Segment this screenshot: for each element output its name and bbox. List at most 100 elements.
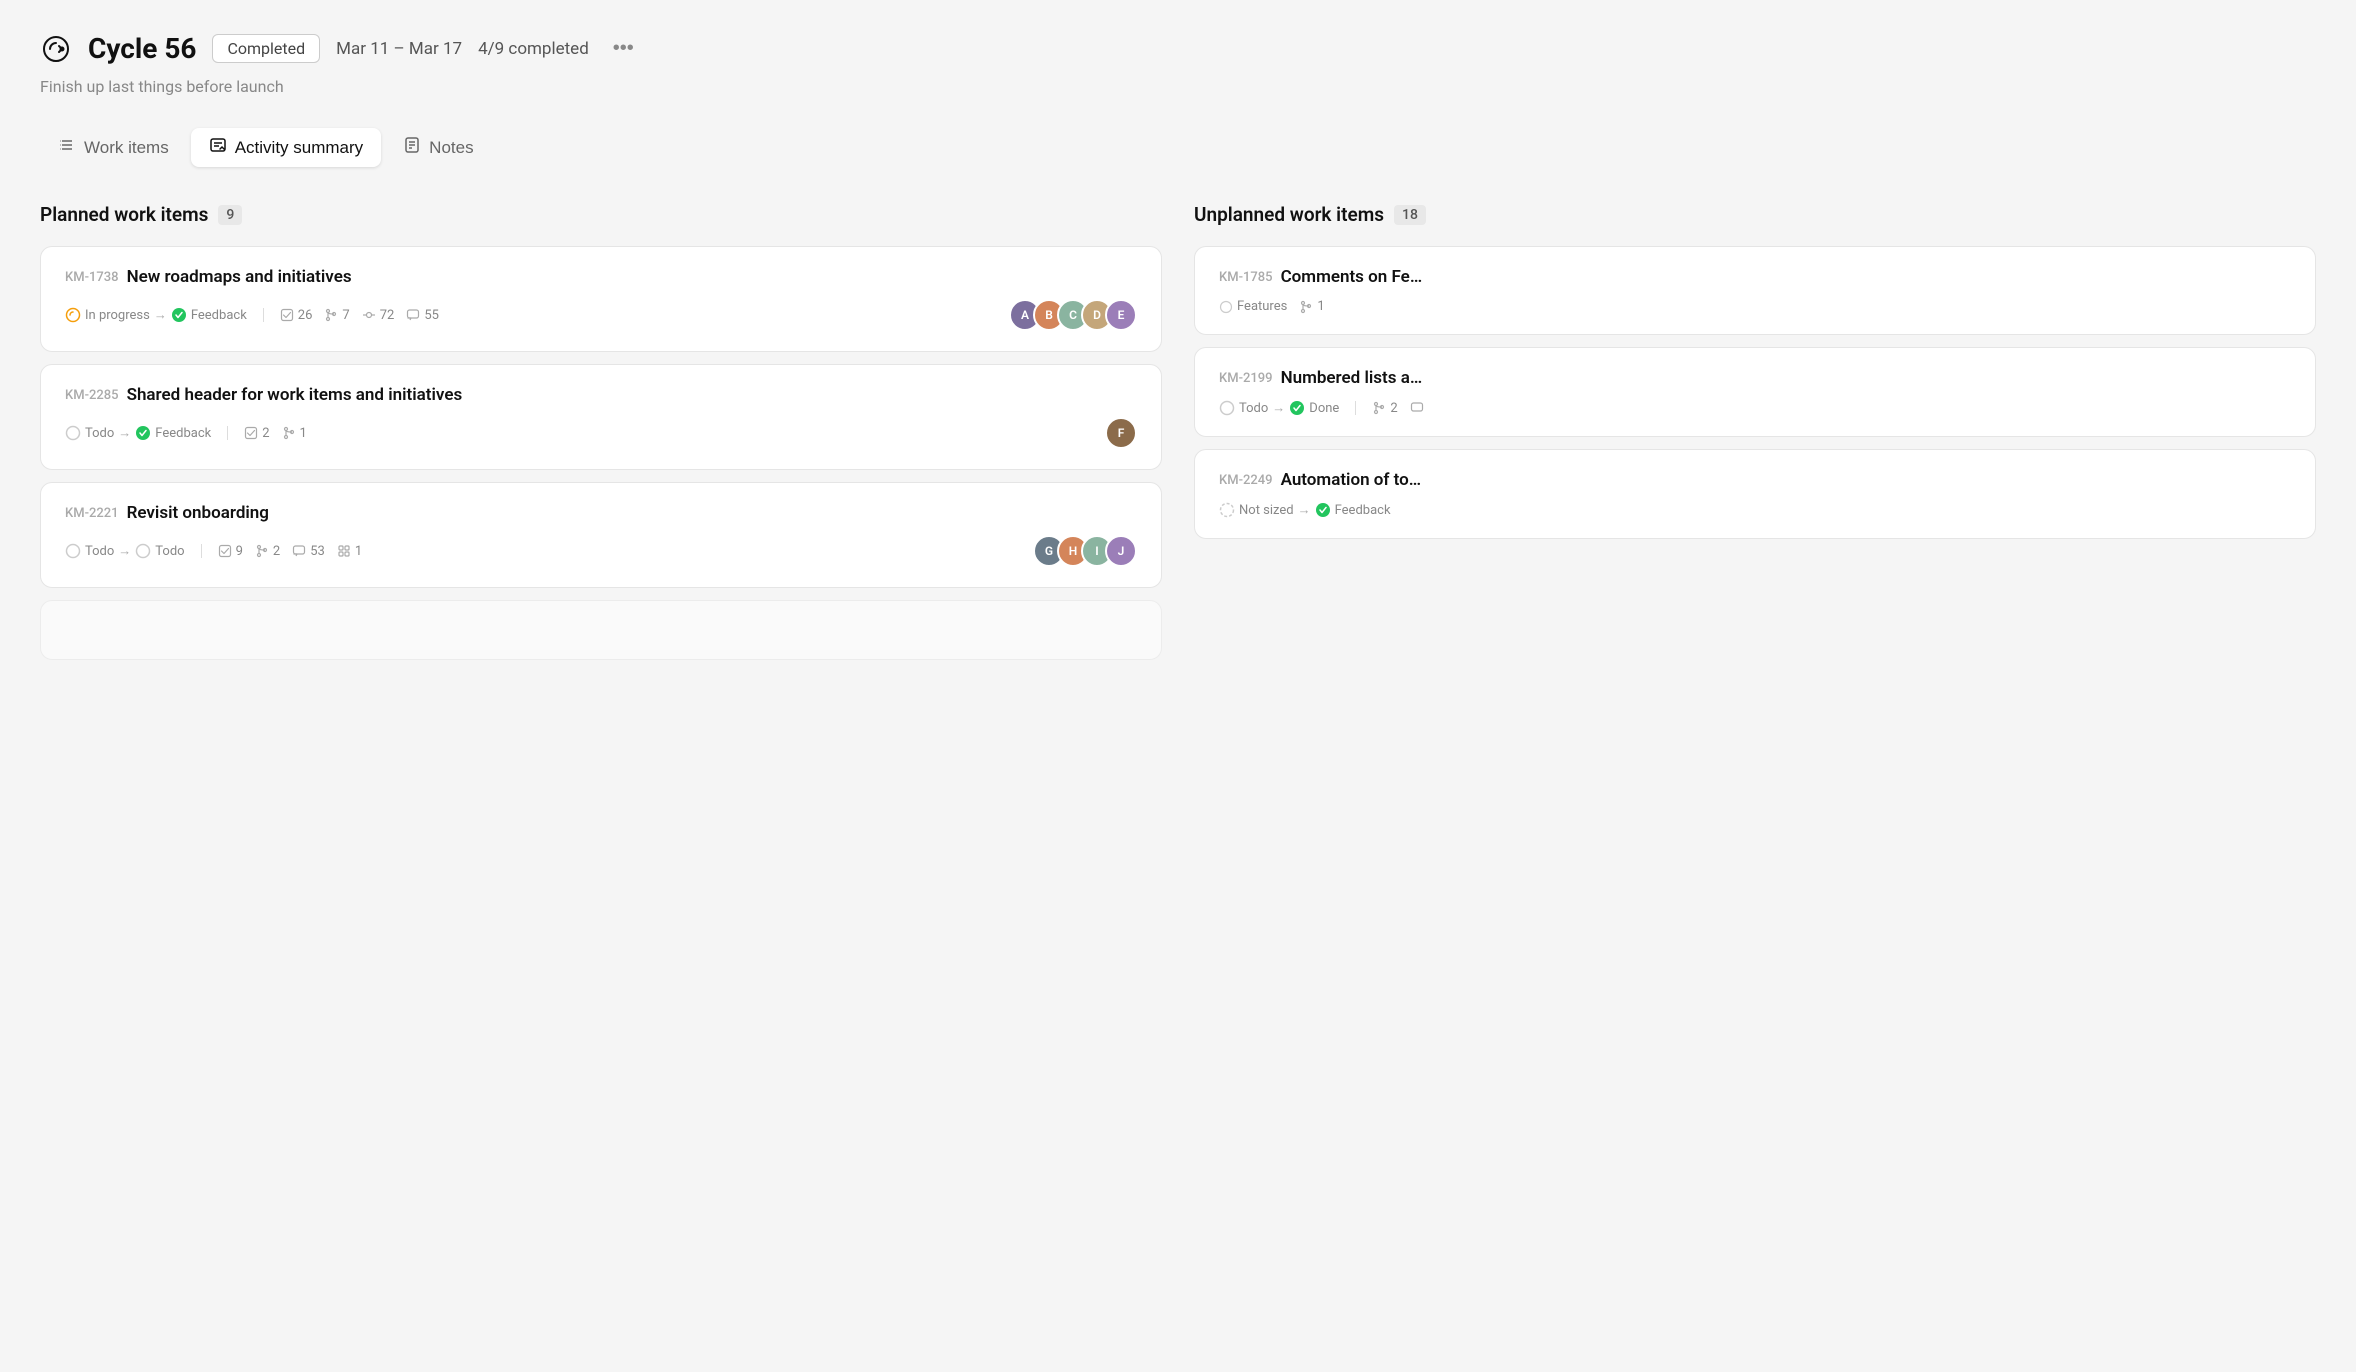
tab-activity-summary[interactable]: Activity summary — [191, 128, 381, 167]
card-meta-1785: Features 1 — [1219, 299, 1325, 314]
tab-work-items[interactable]: Work items — [40, 128, 187, 167]
planned-header: Planned work items 9 — [40, 203, 1162, 226]
tag-icon — [1219, 300, 1233, 314]
branch-icon — [1299, 300, 1313, 314]
unplanned-column: Unplanned work items 18 KM-1785 Comments… — [1194, 203, 2316, 672]
tab-notes[interactable]: Notes — [385, 128, 491, 167]
cycle-title: Cycle 56 — [88, 32, 196, 65]
card-km-1738[interactable]: KM-1738 New roadmaps and initiatives In … — [40, 246, 1162, 352]
branch-icon — [255, 544, 269, 558]
not-sized-icon — [1219, 502, 1235, 518]
card-id-2221: KM-2221 — [65, 506, 119, 521]
checks-2221: 9 — [218, 544, 243, 559]
card-id-2285: KM-2285 — [65, 388, 119, 403]
branches-2221: 2 — [255, 544, 280, 559]
card-title-1785: Comments on Fe… — [1281, 267, 1423, 287]
feedback-icon-1738 — [171, 307, 187, 323]
tag-1785: Features — [1219, 299, 1287, 314]
branches-2199: 2 — [1372, 401, 1397, 416]
comment-icon — [1410, 401, 1424, 415]
card-km-2199[interactable]: KM-2199 Numbered lists a… Todo → — [1194, 347, 2316, 437]
more-options-button[interactable]: ••• — [605, 33, 642, 64]
card-title-1738: New roadmaps and initiatives — [127, 267, 352, 287]
checkbox-icon — [280, 308, 294, 322]
comment-icon — [292, 544, 306, 558]
card-km-2285[interactable]: KM-2285 Shared header for work items and… — [40, 364, 1162, 470]
page: Cycle 56 Completed Mar 11 – Mar 17 4/9 c… — [0, 0, 2356, 704]
comments-1738: 55 — [406, 308, 439, 323]
comments-2221: 53 — [292, 544, 325, 559]
avatar: F — [1105, 417, 1137, 449]
page-header: Cycle 56 Completed Mar 11 – Mar 17 4/9 c… — [40, 32, 2316, 65]
card-title-2249: Automation of to… — [1281, 470, 1422, 490]
status-flow-2221: Todo → Todo — [65, 543, 185, 559]
todo-icon-to — [135, 543, 151, 559]
branch-icon — [324, 308, 338, 322]
status-flow-1738: In progress → Feedback — [65, 307, 247, 323]
card-id-1785: KM-1785 — [1219, 270, 1273, 285]
comment-icon-2199 — [1410, 401, 1424, 415]
status-to-2285: Feedback — [155, 426, 211, 441]
card-meta-2221: Todo → Todo — [65, 543, 362, 559]
unplanned-header: Unplanned work items 18 — [1194, 203, 2316, 226]
card-title-2199: Numbered lists a… — [1281, 368, 1423, 388]
card-km-1785[interactable]: KM-1785 Comments on Fe… Features — [1194, 246, 2316, 335]
card-meta-2285: Todo → Feedback — [65, 425, 307, 441]
card-km-2221[interactable]: KM-2221 Revisit onboarding Todo → — [40, 482, 1162, 588]
unplanned-count: 18 — [1394, 205, 1426, 225]
planned-column: Planned work items 9 KM-1738 New roadmap… — [40, 203, 1162, 672]
status-flow-2199: Todo → Done — [1219, 400, 1339, 416]
card-meta-1738: In progress → Feedback — [65, 307, 439, 323]
avatar: E — [1105, 299, 1137, 331]
card-partial[interactable] — [40, 600, 1162, 660]
checkbox-icon — [244, 426, 258, 440]
card-id-2249: KM-2249 — [1219, 473, 1273, 488]
activity-icon — [209, 136, 227, 159]
avatar: J — [1105, 535, 1137, 567]
card-km-2249[interactable]: KM-2249 Automation of to… Not sized → — [1194, 449, 2316, 539]
in-progress-icon — [65, 307, 81, 323]
todo-icon-from — [65, 543, 81, 559]
status-to-2221: Todo — [155, 544, 184, 559]
card-id-2199: KM-2199 — [1219, 371, 1273, 386]
card-id-1738: KM-1738 — [65, 270, 119, 285]
list-icon — [58, 136, 76, 159]
planned-count: 9 — [218, 205, 242, 225]
completed-count: 4/9 completed — [478, 39, 589, 59]
todo-icon — [65, 425, 81, 441]
tab-activity-summary-label: Activity summary — [235, 138, 363, 158]
branch-icon — [282, 426, 296, 440]
card-title-2221: Revisit onboarding — [127, 503, 269, 523]
tabs: Work items Activity summary — [40, 128, 2316, 167]
cycle-icon — [40, 33, 72, 65]
card-meta-2199: Todo → Done — [1219, 400, 1424, 416]
branches-2285: 1 — [282, 426, 307, 441]
status-from-2221: Todo — [85, 544, 114, 559]
feedback-icon-2249 — [1315, 502, 1331, 518]
commits-1738: 72 — [362, 308, 395, 323]
commit-icon — [362, 308, 376, 322]
notes-icon — [403, 136, 421, 159]
date-range: Mar 11 – Mar 17 — [336, 39, 462, 59]
tab-notes-label: Notes — [429, 138, 473, 158]
done-icon-2199 — [1289, 400, 1305, 416]
status-from-1738: In progress — [85, 308, 150, 323]
branches-1738: 7 — [324, 308, 349, 323]
branches-1785: 1 — [1299, 299, 1324, 314]
branch-icon — [1372, 401, 1386, 415]
status-flow-2285: Todo → Feedback — [65, 425, 211, 441]
checkbox-icon — [218, 544, 232, 558]
comment-icon — [406, 308, 420, 322]
unplanned-title: Unplanned work items — [1194, 203, 1384, 226]
status-flow-2249: Not sized → Feedback — [1219, 502, 1391, 518]
status-from-2285: Todo — [85, 426, 114, 441]
module-icon — [337, 544, 351, 558]
tab-work-items-label: Work items — [84, 138, 169, 158]
todo-icon-2199 — [1219, 400, 1235, 416]
checks-1738: 26 — [280, 308, 313, 323]
avatars-1738: A B C D E — [1009, 299, 1137, 331]
avatars-2285: F — [1105, 417, 1137, 449]
subtitle: Finish up last things before launch — [40, 77, 2316, 96]
planned-title: Planned work items — [40, 203, 208, 226]
card-title-2285: Shared header for work items and initiat… — [127, 385, 463, 405]
